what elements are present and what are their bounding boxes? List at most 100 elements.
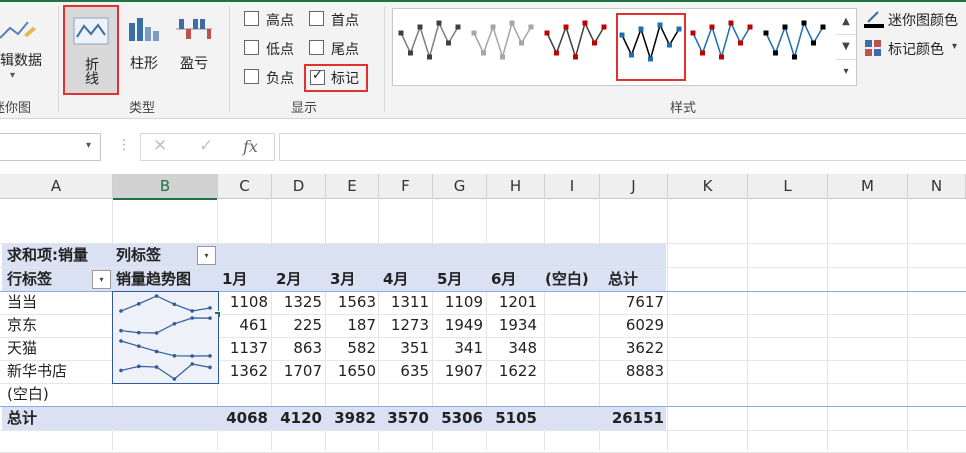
- marker-color-button[interactable]: 标记颜色 ▾: [864, 37, 966, 59]
- style-marker: [582, 20, 588, 26]
- gallery-scroll: ▲ ▼ ▾: [836, 8, 857, 86]
- style-marker: [436, 20, 442, 26]
- edit-data-arrow[interactable]: ▾: [10, 70, 15, 81]
- sparkline-color-label: 迷你图颜色: [888, 13, 958, 29]
- column-header-k[interactable]: K: [668, 174, 748, 199]
- style-marker: [738, 40, 743, 46]
- checkbox-first-point[interactable]: 首点: [309, 10, 369, 29]
- gallery-down-button[interactable]: ▼: [836, 34, 856, 60]
- style-gallery: [392, 8, 838, 86]
- separator: [58, 6, 59, 112]
- sparkline-marker: [154, 294, 159, 298]
- checkbox-markers[interactable]: ✓ 标记: [304, 64, 368, 92]
- checkbox-high-point[interactable]: 高点: [244, 10, 304, 29]
- column-header-e[interactable]: E: [326, 174, 379, 199]
- checkbox-label: 标记: [331, 71, 359, 87]
- formula-buttons: ✕ ✓ fx: [140, 133, 275, 161]
- value-cell: 1137: [229, 339, 268, 357]
- value-cell: 1707: [283, 362, 322, 380]
- edit-data-button[interactable]: 编辑数据 ▾: [0, 6, 58, 92]
- sparkline-cell[interactable]: [112, 314, 219, 337]
- winloss-type-button[interactable]: 盈亏: [170, 5, 218, 91]
- value-cell: 1934: [498, 316, 537, 334]
- gallery-more-button[interactable]: ▾: [836, 59, 856, 84]
- checkbox-last-point[interactable]: 尾点: [309, 39, 369, 58]
- column-header-a[interactable]: A: [0, 174, 113, 199]
- sparkline-cell[interactable]: [112, 337, 219, 360]
- row-labels-label[interactable]: 行标签: [7, 268, 52, 291]
- column-header-b[interactable]: B: [113, 174, 218, 200]
- row-total-cell: 6029: [625, 316, 664, 334]
- sparkline-marker: [119, 328, 123, 333]
- sparkline-color-button[interactable]: 迷你图颜色: [864, 8, 966, 30]
- sparkline-style-6[interactable]: [762, 13, 828, 77]
- sparkline-marker: [190, 309, 194, 313]
- column-header-m[interactable]: M: [828, 174, 908, 199]
- checkbox-box[interactable]: [244, 11, 259, 26]
- column-header-g[interactable]: G: [433, 174, 487, 199]
- chevron-down-icon[interactable]: ▾: [86, 140, 91, 151]
- sparkline-style-3[interactable]: [543, 13, 609, 77]
- sparkline-style-2[interactable]: [470, 13, 536, 77]
- line-type-button[interactable]: 折线: [63, 5, 119, 95]
- checkbox-label: 尾点: [331, 42, 359, 58]
- winloss-type-label: 盈亏: [180, 56, 208, 72]
- line-type-label: 折线: [83, 57, 99, 85]
- style-preview: [763, 20, 826, 60]
- value-cell: 1311: [390, 293, 429, 311]
- column-labels-label[interactable]: 列标签: [116, 244, 161, 267]
- name-box[interactable]: ▾: [0, 133, 101, 161]
- column-header-h[interactable]: H: [487, 174, 545, 199]
- column-header-d[interactable]: D: [272, 174, 326, 199]
- trend-header: 销量趋势图: [116, 270, 192, 288]
- column-header-l[interactable]: L: [748, 174, 828, 199]
- value-field-label[interactable]: 求和项:销量: [7, 244, 88, 267]
- cancel-icon[interactable]: ✕: [153, 136, 167, 156]
- value-cell: 635: [400, 362, 429, 380]
- column-filter-button[interactable]: ▾: [197, 246, 216, 265]
- sparkline-style-4[interactable]: [616, 13, 686, 81]
- sparkline-line: [120, 363, 211, 380]
- value-cell: 863: [293, 339, 322, 357]
- sparkline: [119, 294, 212, 313]
- formula-input[interactable]: [279, 133, 966, 161]
- confirm-icon[interactable]: ✓: [199, 136, 213, 156]
- style-marker: [592, 40, 597, 46]
- gallery-up-button[interactable]: ▲: [836, 9, 856, 35]
- checkbox-box[interactable]: [244, 69, 259, 84]
- column-type-button[interactable]: 柱形: [122, 5, 166, 91]
- month-header: 3月: [330, 270, 356, 288]
- row-label: 新华书店: [7, 362, 68, 380]
- grid-row-empty: [0, 429, 966, 453]
- sparkline-marker: [119, 339, 123, 343]
- column-header-i[interactable]: I: [545, 174, 600, 199]
- checkbox-low-point[interactable]: 低点: [244, 39, 304, 58]
- value-cell: 1563: [337, 293, 376, 311]
- sparkline-line: [120, 340, 211, 357]
- checkbox-negative-point[interactable]: 负点: [244, 68, 304, 87]
- row-total-cell: 8883: [625, 362, 664, 380]
- style-marker: [408, 50, 413, 56]
- value-cell: 1907: [444, 362, 483, 380]
- row-filter-button[interactable]: ▾: [92, 270, 111, 289]
- column-header-c[interactable]: C: [218, 174, 272, 199]
- column-header-n[interactable]: N: [908, 174, 966, 199]
- checkbox-box[interactable]: [244, 40, 259, 55]
- style-marker: [427, 54, 432, 60]
- style-marker: [667, 42, 672, 48]
- checkbox-box[interactable]: [309, 40, 324, 55]
- sparkline-cell[interactable]: [112, 360, 219, 384]
- grand-total-cell: 26151: [611, 409, 664, 427]
- checkbox-box-checked[interactable]: ✓: [310, 68, 325, 85]
- marker-color-label: 标记颜色: [888, 42, 944, 58]
- pen-color-icon: [864, 11, 884, 28]
- column-header-f[interactable]: F: [379, 174, 433, 199]
- checkbox-box[interactable]: [309, 11, 324, 26]
- checkbox-label: 高点: [266, 13, 294, 29]
- sparkline-style-1[interactable]: [397, 13, 463, 77]
- function-icon[interactable]: fx: [243, 137, 258, 156]
- pivot-data-row: 京东 461 225 187 1273 1949 1934 6029: [0, 314, 966, 338]
- style-marker: [471, 30, 477, 36]
- sparkline-style-5[interactable]: [689, 13, 755, 77]
- column-header-j[interactable]: J: [600, 174, 668, 199]
